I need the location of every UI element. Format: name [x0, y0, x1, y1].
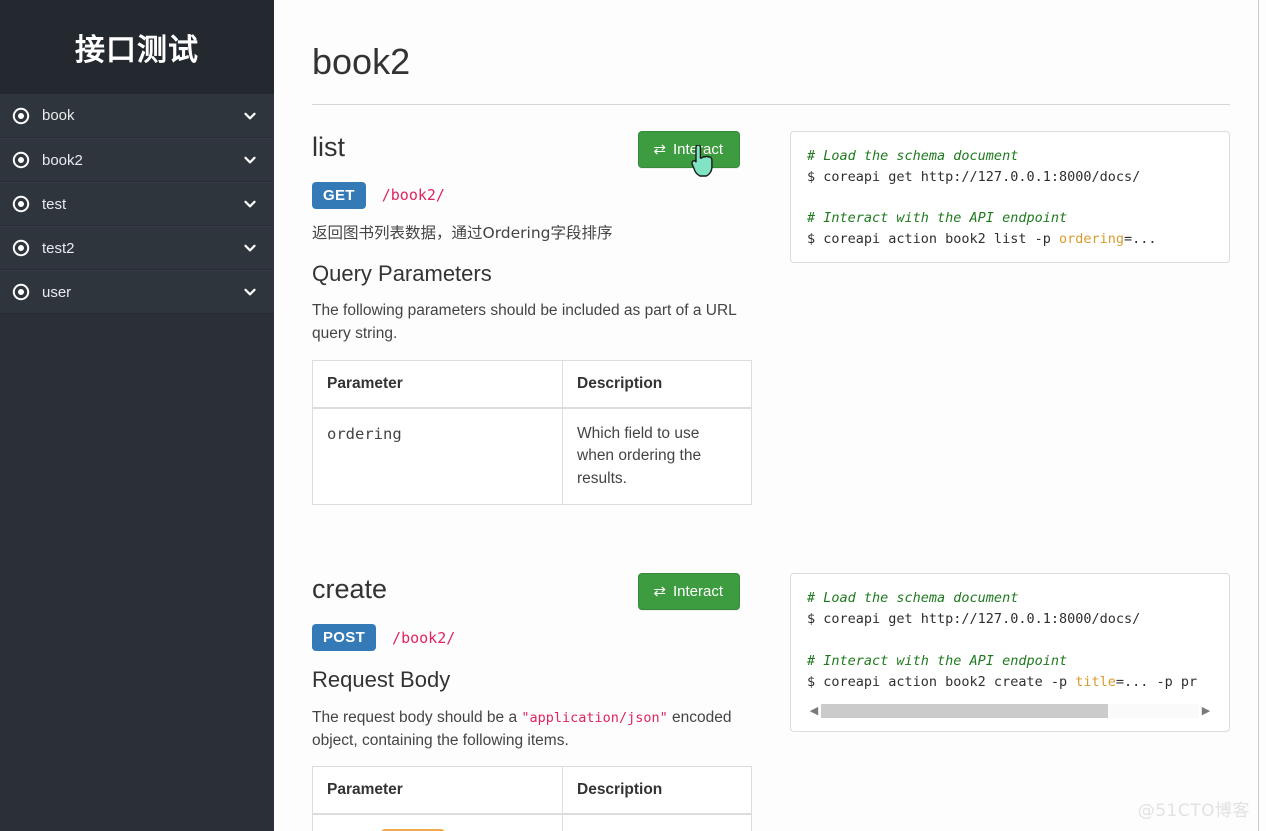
scrollbar-track[interactable] — [821, 703, 1199, 718]
request-body-table: Parameter Description titlerequired pric… — [312, 766, 752, 831]
chevron-down-icon[interactable] — [242, 152, 258, 168]
content-type-literal: "application/json" — [521, 709, 668, 726]
code-panel: # Load the schema document $ coreapi get… — [752, 573, 1238, 831]
sidebar-item-user[interactable]: user — [0, 270, 274, 314]
sidebar-header: 接口测试 — [0, 0, 274, 94]
sidebar-item-test2[interactable]: test2 — [0, 226, 274, 270]
code-comment-load: # Load the schema document — [807, 147, 1019, 164]
endpoint-path: /book2/ — [392, 628, 456, 647]
sidebar: 接口测试 book book2 test test2 user — [0, 0, 274, 831]
code-line-action-suffix: =... -p pr — [1115, 673, 1198, 690]
code-line-action-prefix: $ coreapi action book2 list -p — [807, 231, 1059, 248]
endpoint-description: 返回图书列表数据，通过Ordering字段排序 — [312, 223, 613, 242]
sidebar-item-label: book — [42, 107, 75, 124]
sidebar-item-book2[interactable]: book2 — [0, 138, 274, 182]
query-parameters-heading: Query Parameters — [312, 260, 492, 286]
endpoint-header: list ⇄ Interact — [312, 130, 740, 168]
interact-button-label: Interact — [672, 140, 723, 158]
sidebar-item-label: test — [42, 195, 67, 213]
page-title: book2 — [312, 41, 411, 82]
http-method-badge: POST — [312, 624, 377, 652]
code-block: # Load the schema document $ coreapi get… — [790, 573, 1230, 732]
query-parameters-note: The following parameters should be inclu… — [312, 302, 737, 343]
endpoint-details: list ⇄ Interact GET /book2/ 返回图书列表数据，通过O… — [312, 130, 752, 506]
app-root: 接口测试 book book2 test test2 user book2 li… — [0, 0, 1266, 831]
chevron-down-icon[interactable] — [242, 284, 258, 300]
code-line-action-suffix: =... — [1124, 231, 1157, 248]
swap-horizontal-icon: ⇄ — [653, 583, 666, 601]
endpoint-title: list — [312, 131, 345, 162]
interact-button[interactable]: ⇄ Interact — [638, 573, 740, 611]
endpoint-meta: POST /book2/ — [312, 624, 740, 652]
swap-horizontal-icon: ⇄ — [653, 140, 666, 158]
column-header-parameter: Parameter — [312, 766, 563, 816]
watermark: @51CTO博客 — [1137, 801, 1250, 821]
sidebar-item-label: book2 — [42, 151, 83, 169]
endpoint-section-list: list ⇄ Interact GET /book2/ 返回图书列表数据，通过O… — [312, 130, 1238, 506]
column-header-parameter: Parameter — [312, 359, 563, 409]
code-comment-load: # Load the schema document — [807, 590, 1019, 607]
sidebar-nav: book book2 test test2 user — [0, 94, 274, 314]
sidebar-item-label: test2 — [42, 239, 75, 257]
table-header-row: Parameter Description — [312, 359, 752, 409]
code-content: # Load the schema document $ coreapi get… — [807, 146, 1213, 251]
dot-circle-icon — [10, 281, 32, 303]
dot-circle-icon — [10, 237, 32, 259]
parameter-name: ordering — [312, 407, 563, 506]
scrollbar-thumb[interactable] — [821, 703, 1109, 718]
main-content: book2 list ⇄ Interact GET /book2/ 返回图书列表… — [274, 0, 1266, 831]
chevron-down-icon[interactable] — [242, 240, 258, 256]
endpoint-title: create — [312, 574, 388, 605]
code-param-name: title — [1075, 673, 1116, 690]
scroll-right-arrow-icon[interactable]: ▶ — [1199, 704, 1213, 717]
endpoint-details: create ⇄ Interact POST /book2/ Request B… — [312, 573, 752, 831]
sidebar-item-label: user — [42, 283, 72, 301]
interact-button-label: Interact — [672, 583, 723, 601]
code-comment-interact: # Interact with the API endpoint — [807, 652, 1068, 669]
code-content: # Load the schema document $ coreapi get… — [807, 588, 1213, 693]
parameter-description: Which field to use when ordering the res… — [562, 407, 752, 506]
table-row: ordering Which field to use when orderin… — [312, 407, 752, 506]
column-header-description: Description — [562, 766, 752, 816]
table-row: titlerequired — [312, 813, 752, 831]
scroll-left-arrow-icon[interactable]: ◀ — [807, 704, 821, 717]
endpoint-section-create: create ⇄ Interact POST /book2/ Request B… — [312, 573, 1238, 831]
request-body-note-a: The request body should be a — [312, 708, 518, 726]
column-header-description: Description — [562, 359, 752, 409]
sidebar-item-test[interactable]: test — [0, 182, 274, 226]
parameter-name: titlerequired — [312, 813, 563, 831]
code-block: # Load the schema document $ coreapi get… — [790, 130, 1230, 264]
code-horizontal-scrollbar[interactable]: ◀ ▶ — [807, 703, 1213, 719]
interact-button[interactable]: ⇄ Interact — [638, 130, 740, 168]
table-header-row: Parameter Description — [312, 766, 752, 816]
chevron-down-icon[interactable] — [242, 196, 258, 212]
code-line-load: $ coreapi get http://127.0.0.1:8000/docs… — [807, 611, 1141, 628]
code-line-load: $ coreapi get http://127.0.0.1:8000/docs… — [807, 168, 1141, 185]
request-body-note: The request body should be a "applicatio… — [312, 706, 740, 753]
endpoint-meta: GET /book2/ — [312, 181, 740, 209]
code-comment-interact: # Interact with the API endpoint — [807, 210, 1068, 227]
endpoint-header: create ⇄ Interact — [312, 573, 740, 611]
title-divider — [312, 103, 1230, 105]
code-panel: # Load the schema document $ coreapi get… — [752, 130, 1238, 506]
dot-circle-icon — [10, 193, 32, 215]
code-line-action-prefix: $ coreapi action book2 create -p — [807, 673, 1076, 690]
window-edge-divider — [1258, 0, 1259, 831]
endpoint-path: /book2/ — [381, 186, 445, 205]
query-parameters-table: Parameter Description ordering Which fie… — [312, 359, 752, 506]
dot-circle-icon — [10, 105, 32, 127]
http-method-badge: GET — [312, 181, 366, 209]
request-body-heading: Request Body — [312, 667, 451, 693]
sidebar-item-book[interactable]: book — [0, 94, 274, 138]
app-title: 接口测试 — [75, 33, 199, 68]
code-param-name: ordering — [1058, 231, 1124, 248]
parameter-description — [562, 813, 752, 831]
chevron-down-icon[interactable] — [242, 108, 258, 124]
dot-circle-icon — [10, 149, 32, 171]
